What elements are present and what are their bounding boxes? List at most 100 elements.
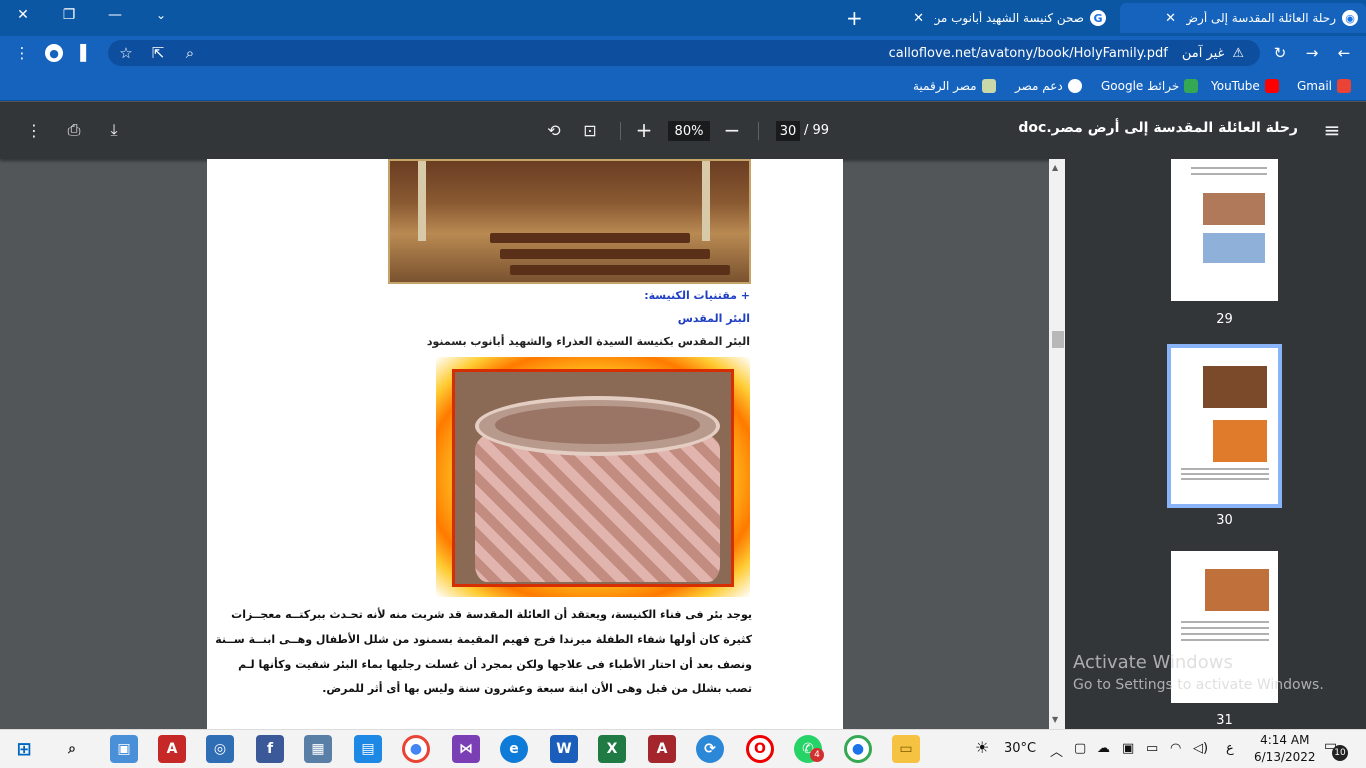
wifi-icon[interactable]: ◠	[1170, 741, 1181, 756]
bookmark-youtube[interactable]: YouTube	[1211, 76, 1279, 96]
bookmark-gmail[interactable]: Gmail	[1297, 76, 1352, 96]
share-icon[interactable]: ⇱	[146, 41, 170, 65]
new-tab-button[interactable]: +	[846, 6, 863, 30]
tray-app-icon[interactable]: ▣	[1122, 741, 1134, 756]
page-number-input[interactable]: 30	[776, 121, 800, 141]
globe-icon: ◉	[1342, 10, 1358, 26]
profile-avatar-icon[interactable]: ●	[42, 41, 66, 65]
volume-icon[interactable]: ◁)	[1193, 741, 1208, 756]
excel-icon[interactable]: X	[598, 735, 626, 763]
scroll-up-icon[interactable]: ▲	[1052, 163, 1058, 172]
print-icon[interactable]: ⎙	[62, 118, 86, 142]
calculator-icon[interactable]: ▦	[304, 735, 332, 763]
address-bar-row: ⋮ ● ▌ ☆ ⇱ ⌕ calloflove.net/avatony/book/…	[0, 36, 1366, 70]
scroll-down-icon[interactable]: ▼	[1052, 715, 1058, 724]
warning-icon[interactable]: ⚠	[1232, 46, 1244, 61]
system-clock[interactable]: 4:14 AM 6/13/2022	[1254, 732, 1316, 766]
url-text[interactable]: calloflove.net/avatony/book/HolyFamily.p…	[889, 46, 1168, 61]
sync-app-icon[interactable]: ⟳	[696, 735, 724, 763]
tray-chevron-icon[interactable]: ︿	[1050, 741, 1063, 760]
thumb-line	[1181, 468, 1269, 470]
tab-search-chevron-icon[interactable]: ⌄	[138, 0, 184, 30]
word-icon[interactable]: W	[550, 735, 578, 763]
page-thumbnail-29[interactable]	[1171, 159, 1278, 301]
close-tab-icon[interactable]: ✕	[913, 11, 924, 26]
globe-icon	[1067, 79, 1082, 93]
thumb-photo	[1213, 420, 1267, 462]
omnibox[interactable]: ☆ ⇱ ⌕ calloflove.net/avatony/book/HolyFa…	[108, 40, 1260, 66]
search-icon[interactable]: ⌕	[58, 735, 86, 763]
hamburger-menu-icon[interactable]: ≡	[1320, 118, 1344, 142]
chrome-icon[interactable]: ●	[402, 735, 430, 763]
weather-temp[interactable]: 30°C	[1004, 741, 1036, 756]
facebook-icon[interactable]: f	[256, 735, 284, 763]
battery-icon[interactable]: ▭	[1146, 741, 1158, 756]
subsection-heading: البئر المقدس	[677, 312, 750, 325]
page-thumbnail-30[interactable]	[1167, 344, 1282, 508]
acrobat-icon[interactable]: A	[158, 735, 186, 763]
thumb-line	[1181, 639, 1269, 641]
reload-icon[interactable]: ↻	[1268, 41, 1292, 65]
back-icon[interactable]: ←	[1332, 41, 1356, 65]
tray-app-icon[interactable]: ▢	[1074, 741, 1086, 756]
access-icon[interactable]: A	[648, 735, 676, 763]
photo-detail	[490, 233, 690, 243]
security-label[interactable]: غير آمن	[1182, 46, 1225, 61]
pdf-toolbar: ≡ رحلة العائلة المقدسة إلى أرض مصر.doc /…	[0, 102, 1366, 159]
weather-icon[interactable]: ☀	[975, 738, 989, 757]
close-window-button[interactable]: ✕	[0, 0, 46, 30]
download-icon[interactable]: ⤓	[102, 118, 126, 142]
restore-window-button[interactable]: ❐	[46, 0, 92, 30]
magnifier-app-icon[interactable]: ◎	[206, 735, 234, 763]
notification-count-badge: 10	[1332, 745, 1348, 761]
zoom-in-icon[interactable]: +	[632, 118, 656, 142]
more-menu-icon[interactable]: ⋮	[10, 41, 34, 65]
forward-icon[interactable]: →	[1300, 41, 1324, 65]
maps-icon	[1184, 79, 1199, 93]
pdf-page: + مقتنيات الكنيسة: البئر المقدس البئر ال…	[207, 159, 843, 729]
toolbar-divider	[620, 122, 621, 140]
side-panel-icon[interactable]: ▌	[74, 41, 98, 65]
youtube-icon	[1264, 79, 1279, 93]
rotate-icon[interactable]: ⟲	[542, 118, 566, 142]
bookmark-star-icon[interactable]: ☆	[114, 41, 138, 65]
scroll-thumb[interactable]	[1052, 331, 1064, 348]
zoom-level-input[interactable]: 80%	[668, 121, 710, 141]
browser-tab-strip: ✕ ❐ — ⌄ ◉ رحلة العائلة المقدسة إلى أرض م…	[0, 0, 1366, 36]
input-language[interactable]: ع	[1226, 741, 1234, 756]
opera-icon[interactable]: O	[746, 735, 774, 763]
start-windows-icon[interactable]: ⊞	[10, 735, 38, 763]
bookmark-support-egypt[interactable]: دعم مصر	[1015, 76, 1082, 96]
tab-church-courtyard[interactable]: G صحن كنيسة الشهيد أبانوب من الداخ ✕	[882, 3, 1114, 33]
section-heading: + مقتنيات الكنيسة:	[644, 289, 750, 302]
thumb-photo	[1203, 366, 1267, 408]
minimize-window-button[interactable]: —	[92, 0, 138, 30]
thumbnail-label: 31	[1216, 713, 1233, 728]
edge-icon[interactable]: e	[500, 735, 528, 763]
file-explorer-icon[interactable]: ▭	[892, 735, 920, 763]
thumb-photo	[1205, 569, 1269, 611]
visual-studio-icon[interactable]: ⋈	[452, 735, 480, 763]
zoom-search-icon[interactable]: ⌕	[178, 41, 202, 65]
onedrive-icon[interactable]: ☁	[1097, 741, 1110, 756]
app-icon[interactable]: ▣	[110, 735, 138, 763]
bookmark-google-maps[interactable]: خرائط Google	[1101, 76, 1199, 96]
thumb-line	[1191, 173, 1267, 175]
tab-holy-family[interactable]: ◉ رحلة العائلة المقدسة إلى أرض مصر ✕	[1120, 3, 1366, 33]
document-scrollbar[interactable]: ▲ ▼	[1049, 159, 1065, 729]
close-tab-icon[interactable]: ✕	[1165, 11, 1176, 26]
fit-to-page-icon[interactable]: ⊡	[578, 118, 602, 142]
chrome-profile-icon[interactable]: ●	[844, 735, 872, 763]
photo-detail	[500, 249, 710, 259]
calendar-icon[interactable]: ▤	[354, 735, 382, 763]
bookmark-digital-egypt[interactable]: مصر الرقمية	[913, 76, 996, 96]
more-options-icon[interactable]: ⋮	[22, 118, 46, 142]
thumb-line	[1181, 473, 1269, 475]
photo-detail	[495, 406, 700, 444]
holy-well-photo-frame	[436, 357, 750, 597]
page-total: / 99	[804, 123, 830, 138]
thumbnail-label: 29	[1216, 312, 1233, 327]
zoom-out-icon[interactable]: −	[720, 118, 744, 142]
gmail-icon	[1337, 79, 1352, 93]
photo-detail	[510, 265, 730, 275]
